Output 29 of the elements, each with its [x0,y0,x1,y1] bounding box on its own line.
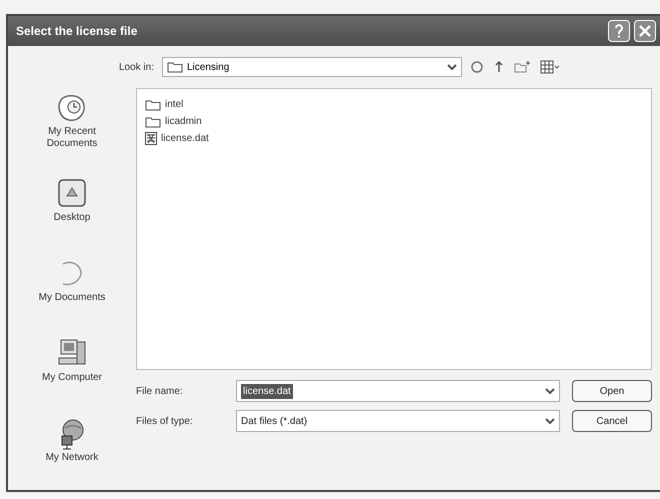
help-button[interactable] [608,20,630,42]
places-item[interactable]: My Documents [16,240,128,320]
back-icon[interactable] [470,60,484,74]
file-item[interactable]: licadmin [145,114,643,129]
file-type-label: Files of type: [136,414,194,428]
look-in-label: Look in: [118,60,154,74]
places-item[interactable]: My Computer [16,320,128,400]
document-icon [145,132,157,145]
close-icon [639,25,651,37]
dialog-button[interactable]: Open [572,380,652,402]
file-type-dropdown[interactable]: Dat files (*.dat) [236,410,560,432]
chevron-down-icon [545,417,555,425]
look-in-dropdown[interactable]: Licensing [162,57,462,77]
chevron-down-icon [545,387,555,395]
file-name-value: license.dat [241,384,293,398]
dialog-button[interactable]: Cancel [572,410,652,432]
file-name-label: File name: [136,384,184,398]
new-folder-icon[interactable] [514,60,532,74]
window-title: Select the license file [16,23,138,40]
help-icon [614,24,624,38]
places-item[interactable]: Desktop [16,160,128,240]
places-item[interactable]: My Network [16,400,128,480]
close-button[interactable] [634,20,656,42]
file-name-field[interactable]: license.dat [236,380,560,402]
places-item[interactable]: My Recent Documents [16,80,128,160]
file-item[interactable]: intel [145,97,643,112]
chevron-down-icon [447,63,457,71]
view-menu-icon[interactable] [540,60,560,74]
file-item[interactable]: license.dat [145,131,643,146]
